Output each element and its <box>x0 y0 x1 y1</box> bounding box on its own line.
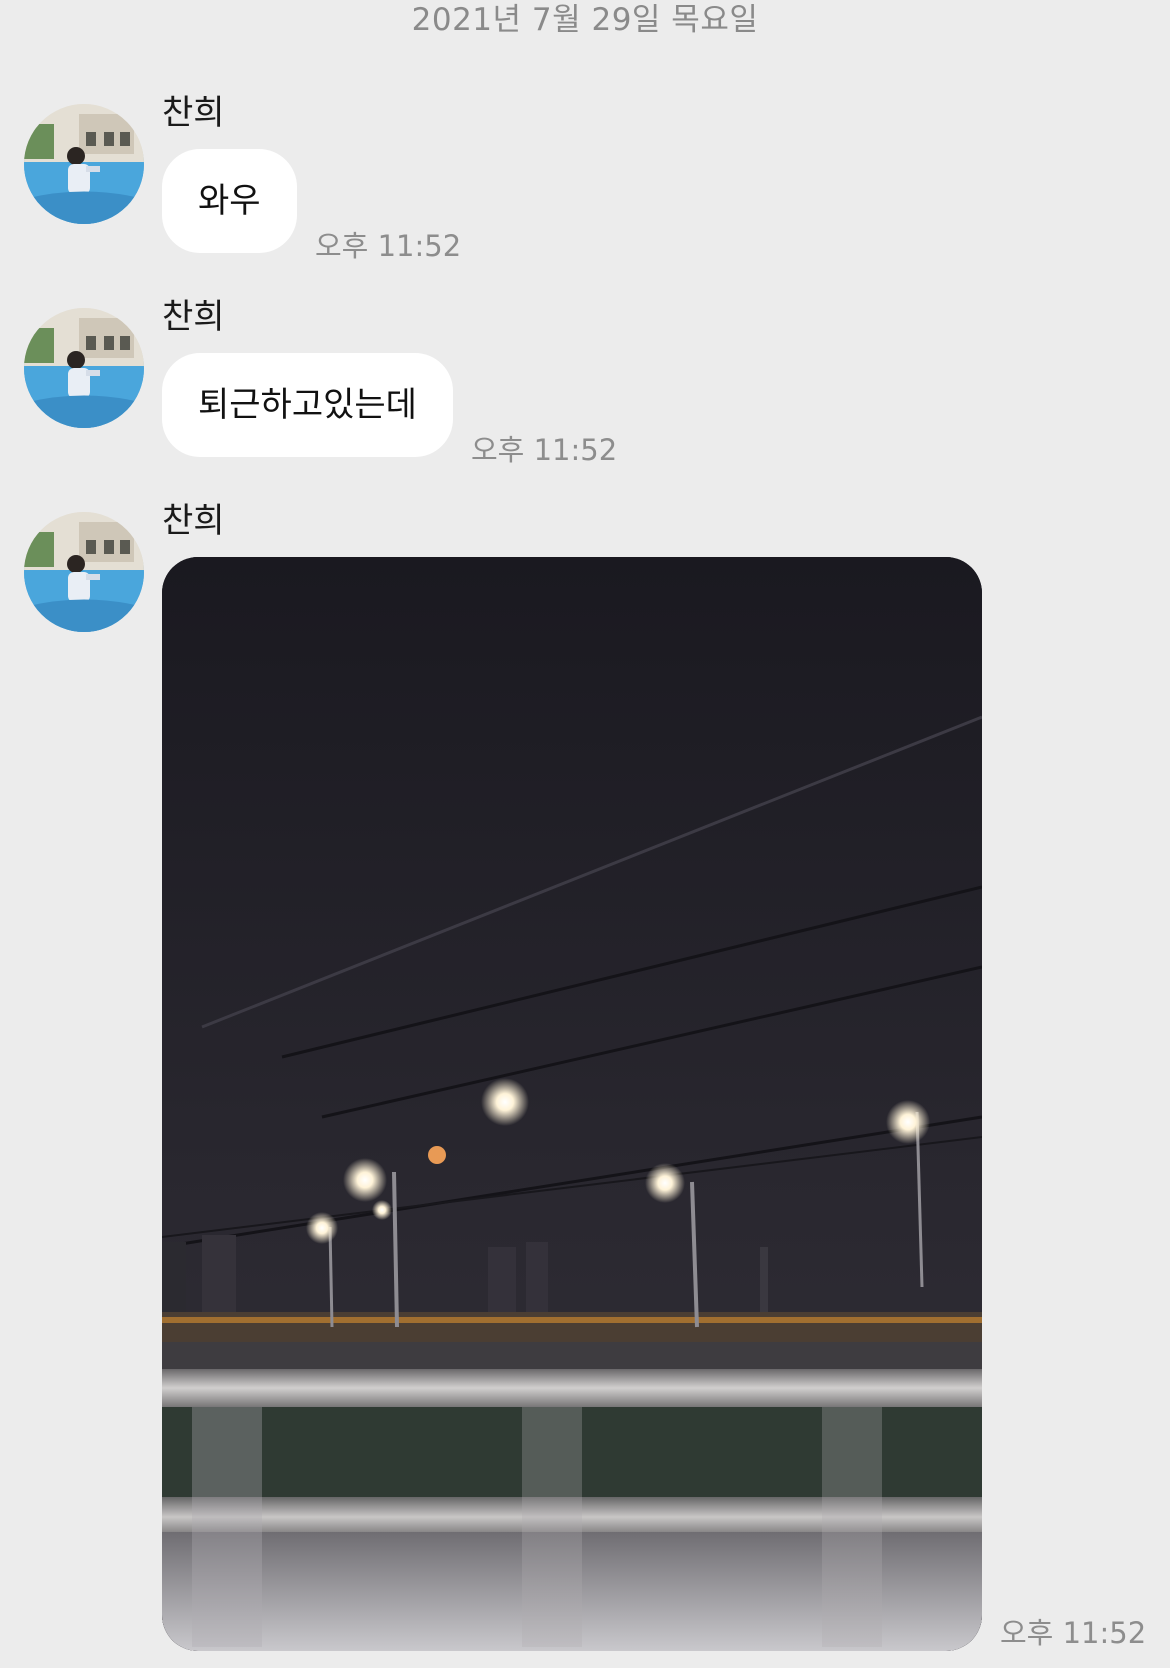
night-bridge-photo <box>162 557 982 1651</box>
avatar[interactable] <box>24 308 144 428</box>
message-time: 오후 11:52 <box>471 433 618 467</box>
message-bubble[interactable]: 퇴근하고있는데 <box>162 353 453 457</box>
message-time: 오후 11:52 <box>1000 1616 1147 1650</box>
message-time: 오후 11:52 <box>315 229 462 263</box>
sender-name: 찬희 <box>162 501 225 541</box>
date-divider: 2021년 7월 29일 목요일 <box>411 2 759 38</box>
message-bubble[interactable]: 와우 <box>162 149 297 253</box>
chat-room: 2021년 7월 29일 목요일 찬희 와우 오후 11:52 찬희 퇴근하고있… <box>0 0 1170 1668</box>
avatar[interactable] <box>24 104 144 224</box>
avatar[interactable] <box>24 512 144 632</box>
photo-message[interactable] <box>162 557 982 1651</box>
sender-name: 찬희 <box>162 93 225 133</box>
sender-name: 찬희 <box>162 297 225 337</box>
